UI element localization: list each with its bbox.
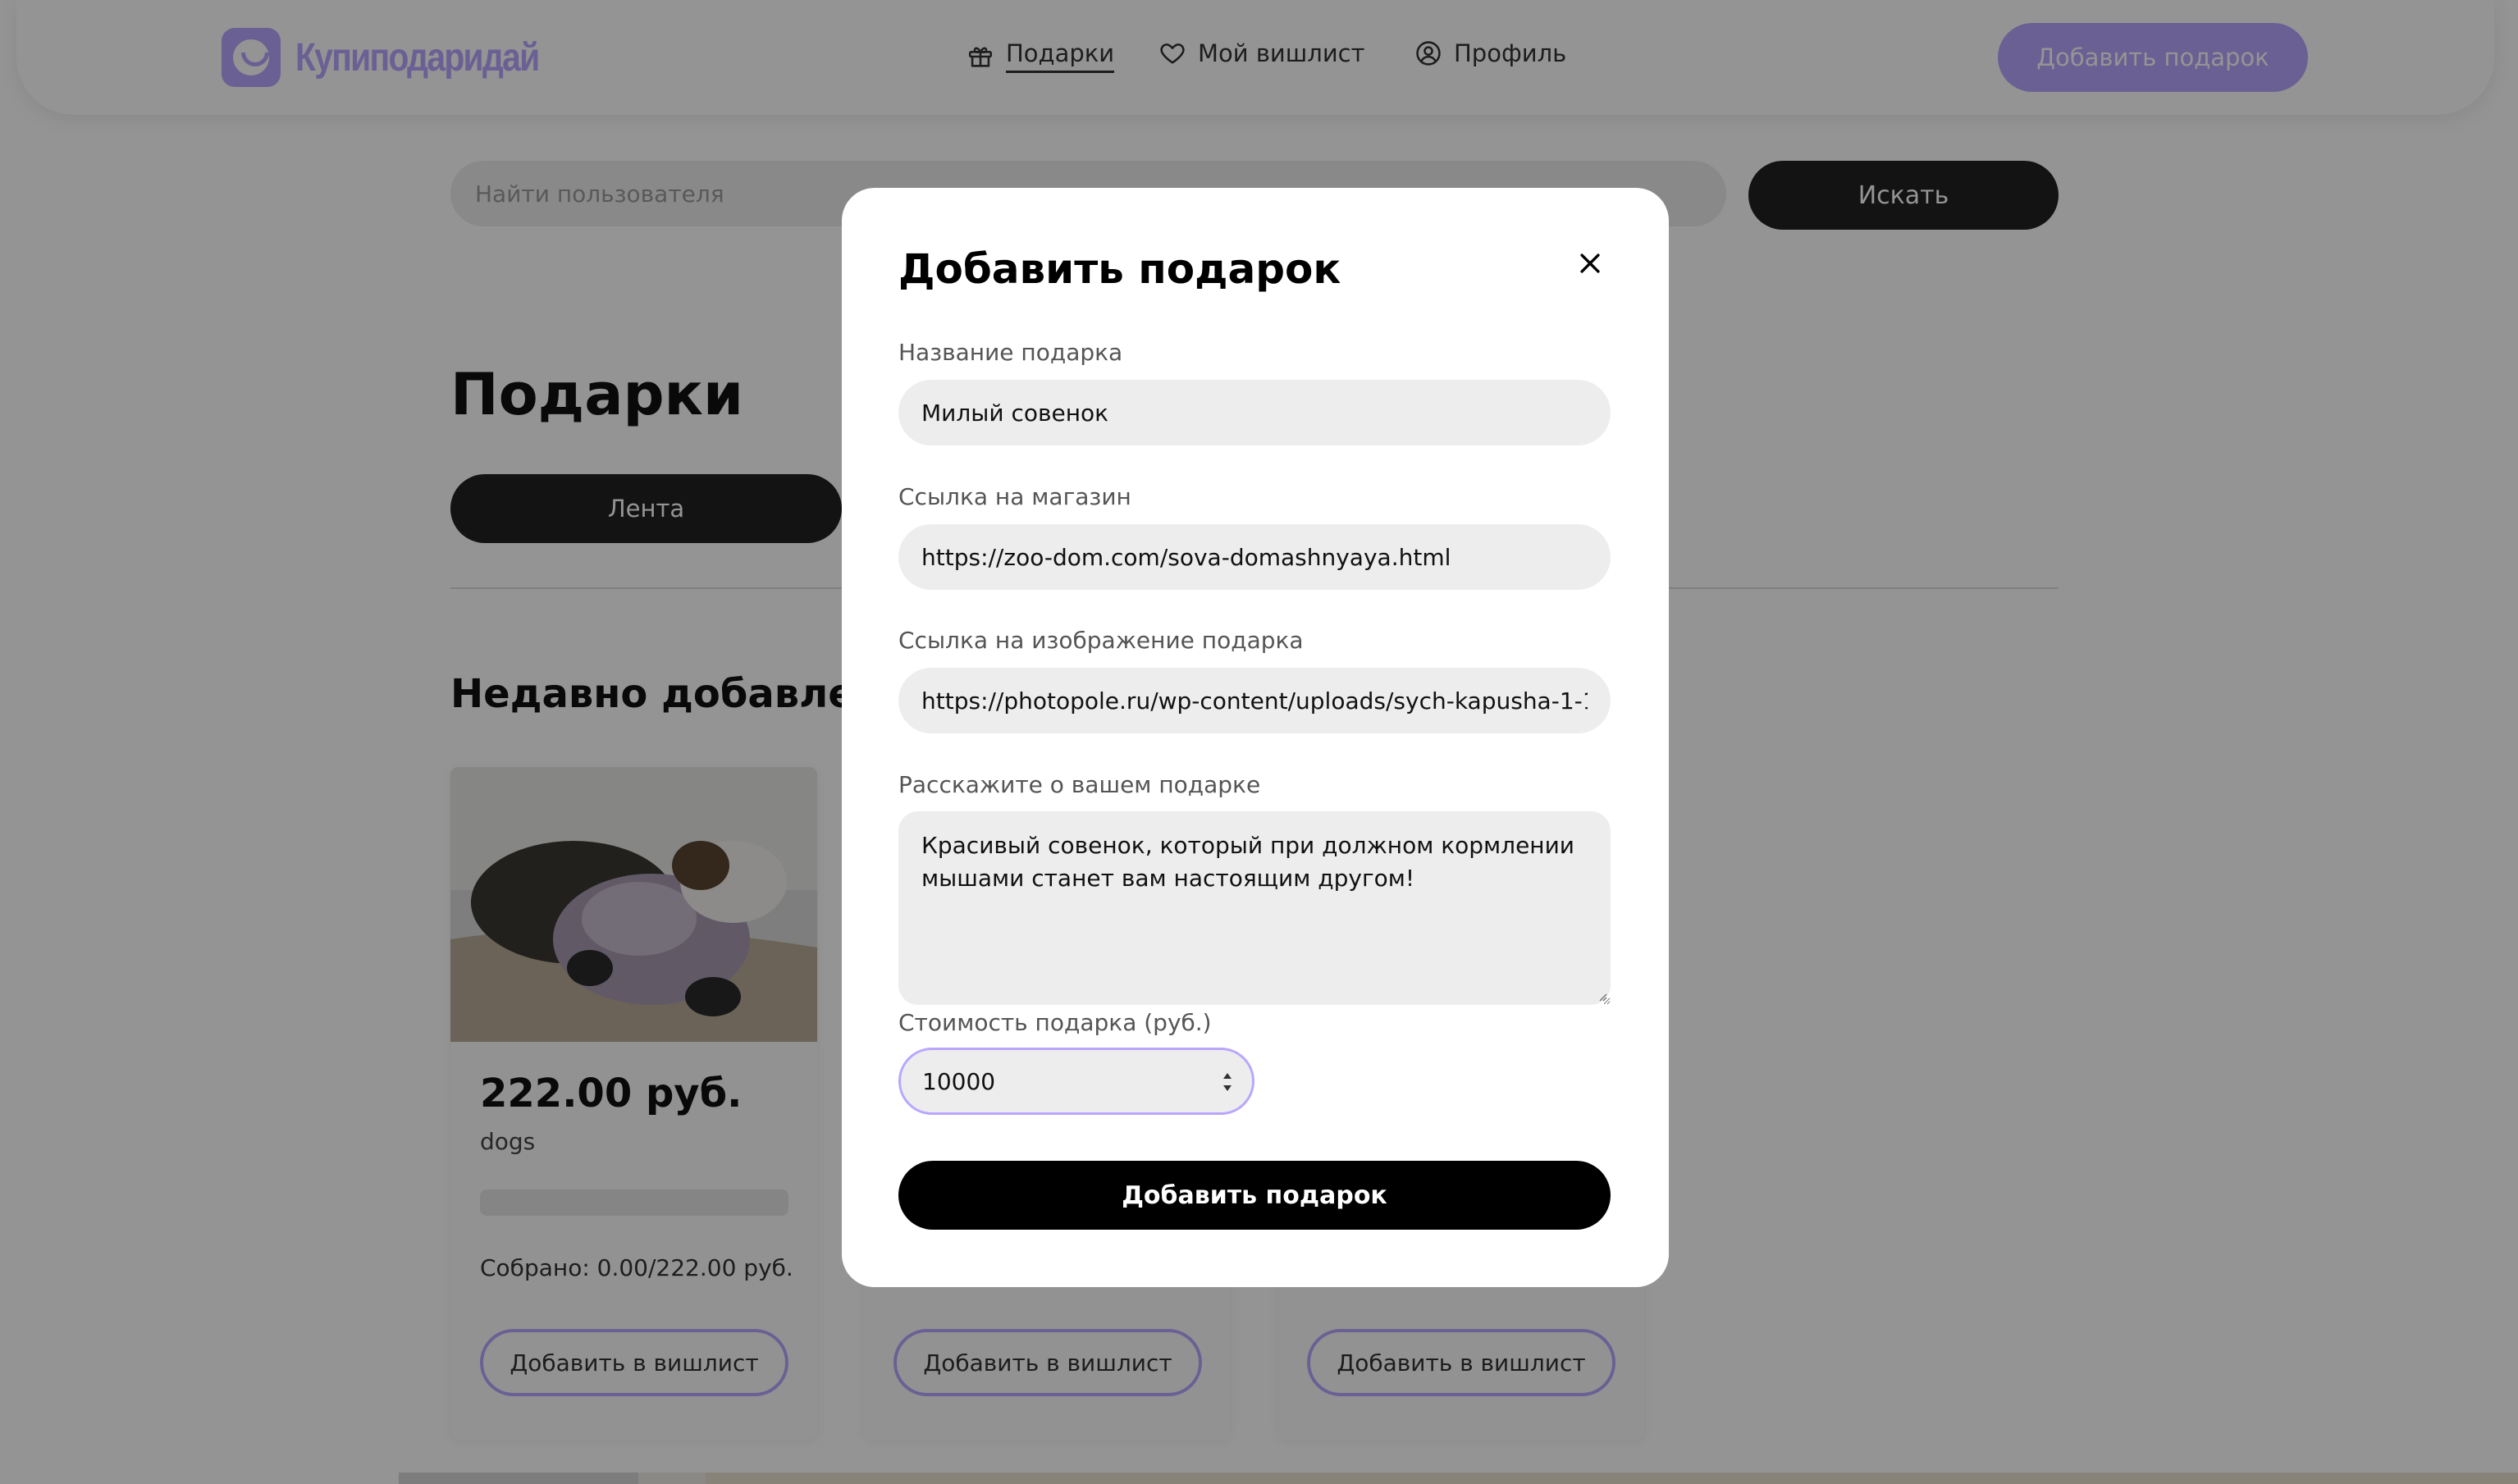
resize-grip-icon[interactable] <box>1596 990 1607 1002</box>
stepper-arrows-icon[interactable] <box>1221 1070 1234 1094</box>
close-icon <box>1580 253 1600 273</box>
submit-add-gift-button[interactable]: Добавить подарок <box>898 1161 1611 1230</box>
price-input[interactable]: 10000 <box>898 1048 1254 1115</box>
close-button[interactable] <box>1564 237 1616 290</box>
gift-name-label: Название подарка <box>898 339 1123 366</box>
shop-link-input[interactable] <box>898 524 1611 590</box>
shop-link-label: Ссылка на магазин <box>898 483 1131 510</box>
image-link-input[interactable] <box>898 668 1611 733</box>
image-link-label: Ссылка на изображение подарка <box>898 627 1304 654</box>
gift-name-input[interactable] <box>898 380 1611 445</box>
description-textarea[interactable]: Красивый совенок, который при должном ко… <box>898 811 1611 1005</box>
price-label: Стоимость подарка (руб.) <box>898 1009 1212 1036</box>
modal-title: Добавить подарок <box>898 245 1341 293</box>
add-gift-modal: Добавить подарок Название подарка Ссылка… <box>842 188 1669 1287</box>
description-label: Расскажите о вашем подарке <box>898 771 1261 798</box>
price-value: 10000 <box>922 1067 996 1095</box>
